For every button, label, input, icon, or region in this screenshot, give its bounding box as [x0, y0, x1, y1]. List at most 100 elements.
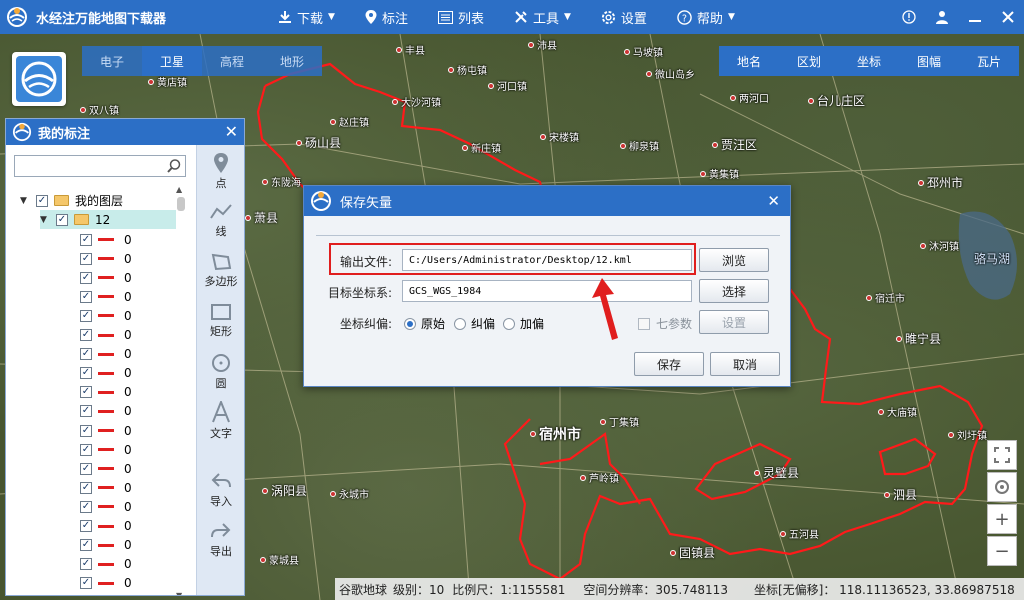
tree-item[interactable]: ✓ 0: [80, 555, 132, 574]
checkbox[interactable]: ✓: [36, 194, 48, 207]
cancel-button[interactable]: 取消: [710, 352, 780, 376]
minimize-button[interactable]: [958, 0, 991, 34]
fullscreen-button[interactable]: [987, 440, 1017, 470]
app-logo-icon: [7, 7, 27, 27]
checkbox[interactable]: ✓: [80, 309, 92, 322]
checkbox[interactable]: ✓: [80, 271, 92, 284]
checkbox[interactable]: ✓: [80, 367, 92, 380]
tree-item[interactable]: ✓ 0: [80, 306, 132, 325]
tab-map-elevation[interactable]: 高程: [202, 46, 262, 76]
checkbox[interactable]: ✓: [80, 252, 92, 265]
locate-button[interactable]: [987, 472, 1017, 502]
tree-item[interactable]: ✓ 0: [80, 497, 132, 516]
tool-circle[interactable]: 圆: [197, 353, 245, 391]
tree-item[interactable]: ✓ 0: [80, 230, 132, 249]
scroll-thumb[interactable]: [177, 197, 185, 211]
tool-rectangle[interactable]: 矩形: [197, 303, 245, 339]
tab-divisions[interactable]: 区划: [779, 46, 839, 76]
collapse-triangle-icon[interactable]: ▼: [40, 215, 56, 225]
tool-polygon[interactable]: 多边形: [197, 253, 245, 289]
tab-coordinates[interactable]: 坐标: [839, 46, 899, 76]
tool-export[interactable]: 导出: [197, 521, 245, 559]
tree-item[interactable]: ✓ 0: [80, 249, 132, 268]
tool-import[interactable]: 导入: [197, 471, 245, 509]
tab-sheets[interactable]: 图幅: [899, 46, 959, 76]
checkbox[interactable]: ✓: [80, 577, 92, 590]
checkbox[interactable]: ✓: [80, 348, 92, 361]
tree-item[interactable]: ✓ 0: [80, 326, 132, 345]
tree-item[interactable]: ✓ 0: [80, 383, 132, 402]
checkbox[interactable]: ✓: [80, 443, 92, 456]
collapse-triangle-icon[interactable]: ▼: [20, 196, 36, 206]
checkbox[interactable]: ✓: [80, 520, 92, 532]
map-label: 丰县: [396, 42, 425, 57]
tree-scrollbar[interactable]: ▲ ▼: [176, 185, 186, 595]
checkbox[interactable]: ✓: [80, 405, 92, 418]
tree-item[interactable]: ✓ 0: [80, 287, 132, 306]
tree-item[interactable]: ✓ 0: [80, 517, 132, 536]
tab-map-vector[interactable]: 电子: [82, 46, 142, 76]
checkbox[interactable]: ✓: [80, 233, 92, 246]
checkbox[interactable]: ✓: [80, 290, 92, 303]
checkbox[interactable]: ✓: [80, 500, 92, 513]
tree-item[interactable]: ✓ 0: [80, 574, 132, 593]
tree-item[interactable]: ✓ 0: [80, 345, 132, 364]
menu-tools[interactable]: 工具 ▼: [514, 8, 571, 27]
globe-button[interactable]: [12, 52, 66, 106]
zoom-in-button[interactable]: +: [987, 504, 1017, 534]
tree-item[interactable]: ✓ 0: [80, 478, 132, 497]
tree-item[interactable]: ✓ 0: [80, 440, 132, 459]
info-button[interactable]: [892, 0, 925, 34]
tree-root[interactable]: ▼ ✓ 我的图层: [20, 191, 123, 210]
tool-text[interactable]: 文字: [197, 401, 245, 441]
radio-correct[interactable]: 纠偏: [454, 315, 495, 332]
dialog-close-icon[interactable]: ✕: [767, 192, 780, 210]
checkbox[interactable]: ✓: [80, 424, 92, 437]
tree-item[interactable]: ✓ 0: [80, 402, 132, 421]
radio-circle[interactable]: [404, 317, 416, 330]
tree-item[interactable]: ✓ 0: [80, 459, 132, 478]
menu-download[interactable]: 下载 ▼: [278, 8, 335, 27]
radio-original[interactable]: 原始: [404, 315, 445, 332]
tab-place-names[interactable]: 地名: [719, 46, 779, 76]
tool-polyline[interactable]: 线: [197, 203, 245, 239]
checkbox[interactable]: ✓: [80, 386, 92, 399]
menu-help[interactable]: ? 帮助 ▼: [677, 8, 735, 27]
tree-item[interactable]: ✓ 0: [80, 364, 132, 383]
tab-map-terrain[interactable]: 地形: [262, 46, 322, 76]
radio-circle[interactable]: [503, 317, 515, 330]
radio-offset[interactable]: 加偏: [503, 315, 544, 332]
select-crs-button[interactable]: 选择: [699, 279, 769, 303]
save-button[interactable]: 保存: [634, 352, 704, 376]
menu-list[interactable]: 列表: [437, 8, 484, 27]
checkbox[interactable]: ✓: [80, 481, 92, 494]
tree-layer[interactable]: ▼ ✓ 12: [40, 210, 176, 229]
checkbox[interactable]: ✓: [80, 539, 92, 552]
menu-settings[interactable]: 设置: [601, 8, 647, 27]
radio-circle[interactable]: [454, 317, 466, 330]
target-crs-input[interactable]: GCS_WGS_1984: [402, 280, 692, 302]
line-style-icon: [98, 295, 114, 299]
user-button[interactable]: [925, 0, 958, 34]
seven-param-settings-button[interactable]: 设置: [699, 310, 769, 334]
tab-tiles[interactable]: 瓦片: [959, 46, 1019, 76]
tool-point[interactable]: 点: [197, 153, 245, 191]
scroll-up-icon[interactable]: ▲: [176, 185, 182, 194]
browse-button[interactable]: 浏览: [699, 248, 769, 272]
close-button[interactable]: [991, 0, 1024, 34]
tree-item[interactable]: ✓ 0: [80, 268, 132, 287]
tree-item[interactable]: ✓ 0: [80, 421, 132, 440]
checkbox[interactable]: ✓: [80, 329, 92, 341]
checkbox[interactable]: ✓: [56, 213, 68, 226]
scroll-down-icon[interactable]: ▼: [176, 591, 182, 595]
tab-map-satellite[interactable]: 卫星: [142, 46, 202, 76]
checkbox[interactable]: ✓: [80, 558, 92, 571]
panel-close-icon[interactable]: ✕: [225, 122, 238, 141]
layer-search-input[interactable]: [14, 155, 186, 177]
zoom-out-button[interactable]: −: [987, 536, 1017, 566]
seven-param-checkbox[interactable]: 七参数: [638, 315, 692, 332]
checkbox[interactable]: [638, 317, 650, 330]
menu-mark[interactable]: 标注: [365, 8, 408, 27]
tree-item[interactable]: ✓ 0: [80, 536, 132, 555]
checkbox[interactable]: ✓: [80, 462, 92, 475]
